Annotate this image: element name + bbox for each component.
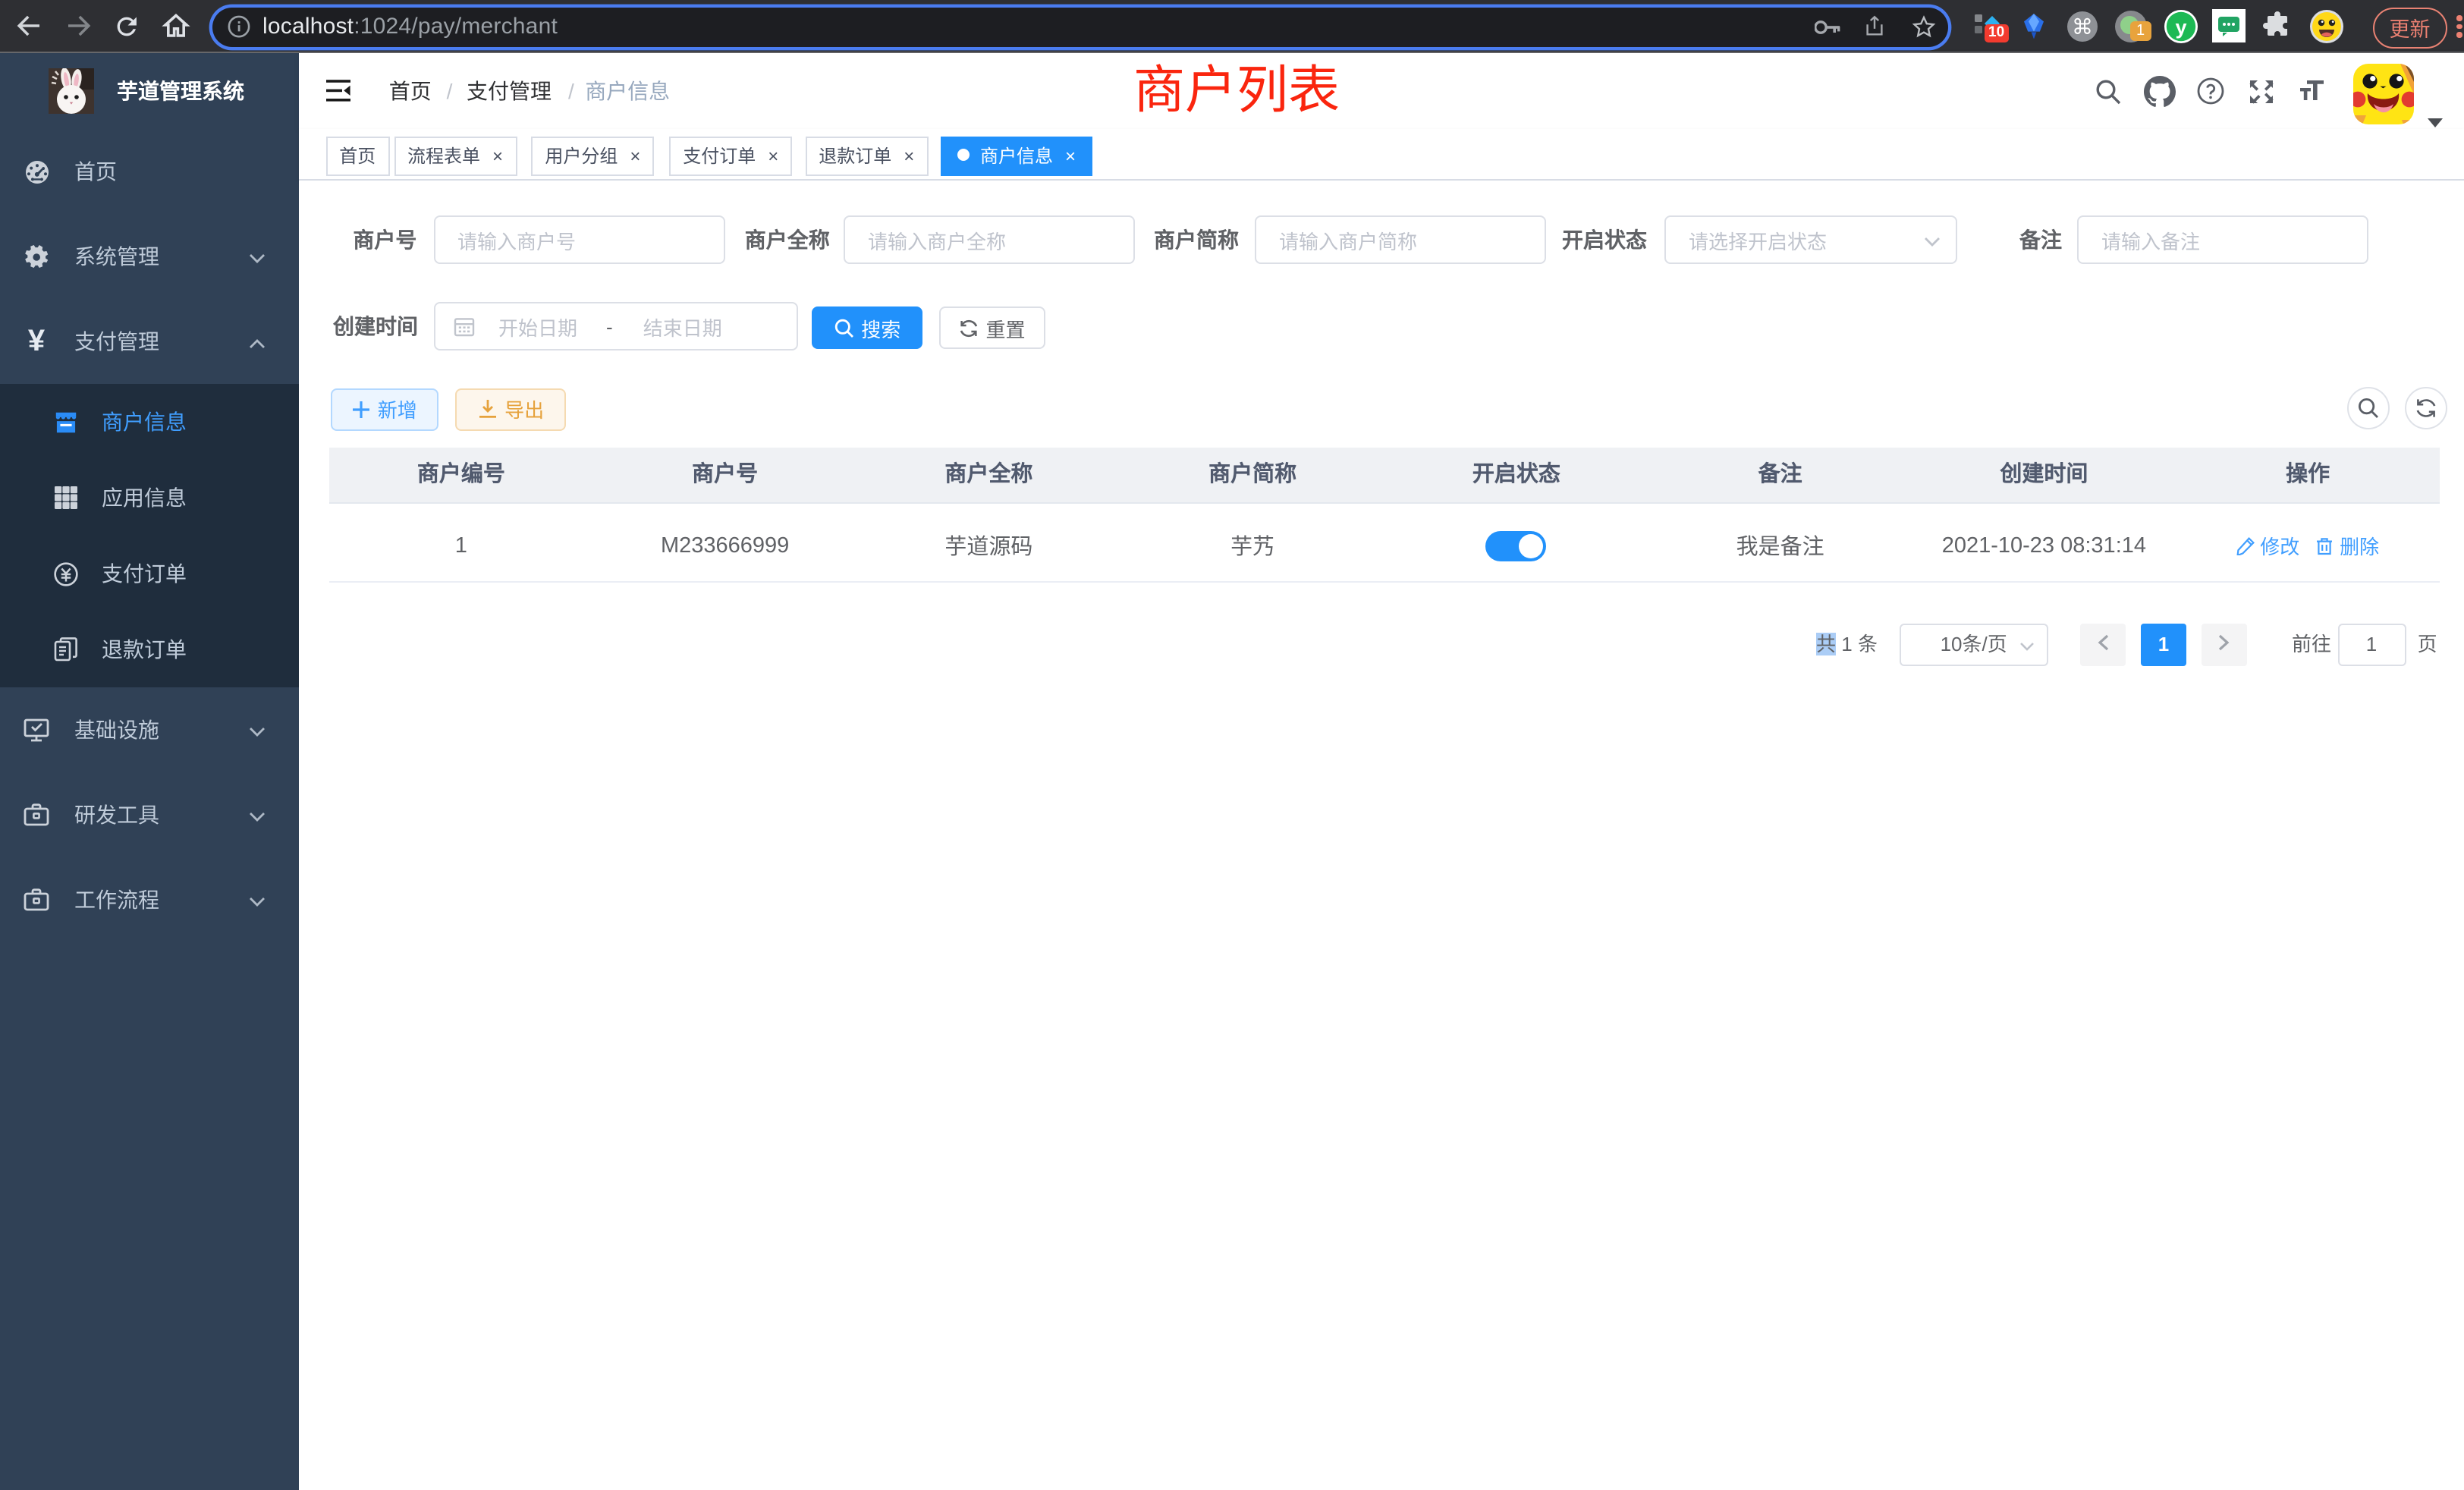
svg-text:y: y [2175,15,2186,38]
svg-text:⌘: ⌘ [2072,14,2093,38]
